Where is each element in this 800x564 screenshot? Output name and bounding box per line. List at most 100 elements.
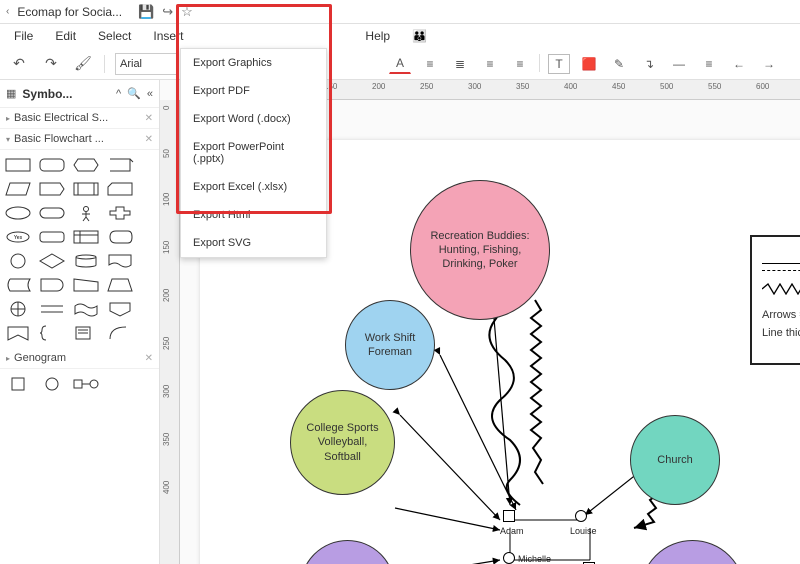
label-adam: Adam — [500, 526, 524, 536]
symbols-panel: ▦ Symbo... ^ 🔍 « ▸Basic Electrical S...✕… — [0, 80, 160, 564]
shape-roundrect[interactable] — [36, 154, 68, 176]
pencil-icon[interactable]: ✎ — [608, 54, 630, 74]
library-icon[interactable]: ▦ — [6, 87, 16, 100]
arrow-end-icon[interactable]: → — [758, 54, 780, 74]
bubble-church[interactable]: Church — [630, 415, 720, 505]
undo-icon[interactable]: ↶ — [8, 53, 30, 75]
shape-ellipse[interactable] — [2, 202, 34, 224]
shape-offpage2[interactable] — [2, 322, 34, 344]
legend-zigzag-line — [762, 283, 800, 295]
bubble-scholarship[interactable]: College Sports Scholarship — [300, 540, 395, 564]
text-box-icon[interactable]: T — [548, 54, 570, 74]
export-pdf[interactable]: Export PDF — [181, 77, 326, 105]
symbols-title: Symbo... — [22, 87, 110, 101]
shape-offpage[interactable] — [104, 298, 136, 320]
legend: Arrows = Line thicl — [750, 235, 800, 365]
shape-parallelogram[interactable] — [2, 178, 34, 200]
shape-predef[interactable] — [70, 178, 102, 200]
align-v-icon[interactable]: ≡ — [509, 54, 531, 74]
geno-couple[interactable] — [70, 373, 102, 395]
search-icon[interactable]: 🔍 — [127, 87, 141, 100]
document-title: Ecomap for Socia... — [17, 5, 122, 19]
binoculars-icon[interactable]: 👪 — [402, 27, 437, 45]
divider — [539, 54, 540, 72]
bubble-school[interactable]: School Good Student but very tense, — [640, 540, 745, 564]
export-excel[interactable]: Export Excel (.xlsx) — [181, 173, 326, 201]
font-select[interactable]: Arial — [115, 53, 179, 75]
shape-display[interactable] — [104, 226, 136, 248]
legend-dashed-line — [762, 270, 800, 271]
menu-edit[interactable]: Edit — [45, 27, 86, 45]
close-icon[interactable]: ✕ — [145, 113, 153, 124]
shape-card[interactable] — [104, 178, 136, 200]
export-word[interactable]: Export Word (.docx) — [181, 105, 326, 133]
redo-icon[interactable]: ↷ — [40, 53, 62, 75]
close-icon[interactable]: ✕ — [145, 353, 153, 364]
legend-arrows-text: Arrows = — [762, 309, 800, 321]
bubble-workshift[interactable]: Work Shift Foreman — [345, 300, 435, 390]
export-icon[interactable]: ↪ — [162, 4, 173, 20]
fill-icon[interactable]: 🟥 — [578, 54, 600, 74]
align-h-icon[interactable]: ≡ — [479, 54, 501, 74]
geno-adam[interactable] — [503, 510, 515, 522]
shape-arc[interactable] — [104, 322, 136, 344]
geno-female[interactable] — [36, 373, 68, 395]
shape-doc[interactable] — [104, 250, 136, 272]
shape-tape[interactable] — [70, 298, 102, 320]
back-chevron-icon[interactable]: ‹ — [6, 6, 9, 17]
divider — [104, 55, 105, 73]
shape-or[interactable] — [2, 298, 34, 320]
shape-person[interactable] — [70, 202, 102, 224]
export-svg[interactable]: Export SVG — [181, 229, 326, 257]
shape-brace[interactable] — [36, 322, 68, 344]
shape-manual[interactable] — [70, 274, 102, 296]
shape-hex[interactable] — [70, 154, 102, 176]
shape-yes[interactable]: Yes — [2, 226, 34, 248]
align-icon[interactable]: ≣ — [449, 54, 471, 74]
line-spacing-icon[interactable]: ≡ — [419, 54, 441, 74]
star-icon[interactable]: ☆ — [181, 4, 193, 20]
menu-help[interactable]: Help — [355, 27, 400, 45]
close-icon[interactable]: ✕ — [145, 134, 153, 145]
export-html[interactable]: Export Html — [181, 201, 326, 229]
bubble-collegesports[interactable]: College Sports Volleyball, Softball — [290, 390, 395, 495]
label-louise: Louise — [570, 526, 597, 536]
connector-icon[interactable]: ↴ — [638, 54, 660, 74]
geno-male[interactable] — [2, 373, 34, 395]
category-basic-flowchart[interactable]: ▾Basic Flowchart ...✕ — [0, 129, 159, 150]
arrow-start-icon[interactable]: ← — [728, 54, 750, 74]
save-icon[interactable]: 💾 — [138, 4, 154, 20]
category-basic-electrical[interactable]: ▸Basic Electrical S...✕ — [0, 108, 159, 129]
shape-circle[interactable] — [2, 250, 34, 272]
chevron-up-icon[interactable]: ^ — [116, 88, 121, 100]
line-style-icon[interactable]: — — [668, 54, 690, 74]
shape-rect[interactable] — [2, 154, 34, 176]
shape-roundrect2[interactable] — [36, 226, 68, 248]
shape-annotation[interactable] — [104, 154, 136, 176]
shape-trap[interactable] — [104, 274, 136, 296]
shape-internal[interactable] — [70, 226, 102, 248]
shape-pent[interactable] — [36, 178, 68, 200]
format-painter-icon[interactable]: 🖌 — [72, 53, 94, 75]
export-graphics[interactable]: Export Graphics — [181, 49, 326, 77]
text-color-icon[interactable]: A — [389, 54, 411, 74]
shape-stored[interactable] — [2, 274, 34, 296]
shape-database[interactable] — [70, 250, 102, 272]
shape-cross[interactable] — [104, 202, 136, 224]
menu-file[interactable]: File — [4, 27, 43, 45]
shape-lines[interactable] — [36, 298, 68, 320]
geno-louise[interactable] — [575, 510, 587, 522]
line-weight-icon[interactable]: ≡ — [698, 54, 720, 74]
bubble-recreation[interactable]: Recreation Buddies: Hunting, Fishing, Dr… — [410, 180, 550, 320]
shape-diamond[interactable] — [36, 250, 68, 272]
shape-note[interactable] — [70, 322, 102, 344]
shape-terminator[interactable] — [36, 202, 68, 224]
export-powerpoint[interactable]: Export PowerPoint (.pptx) — [181, 133, 326, 173]
menu-select[interactable]: Select — [88, 27, 141, 45]
geno-michelle[interactable] — [503, 552, 515, 564]
category-genogram[interactable]: ▸Genogram✕ — [0, 348, 159, 369]
collapse-icon[interactable]: « — [147, 88, 153, 100]
shape-delay[interactable] — [36, 274, 68, 296]
menu-insert[interactable]: Insert — [143, 27, 193, 45]
label-michelle: Michelle — [518, 554, 551, 564]
